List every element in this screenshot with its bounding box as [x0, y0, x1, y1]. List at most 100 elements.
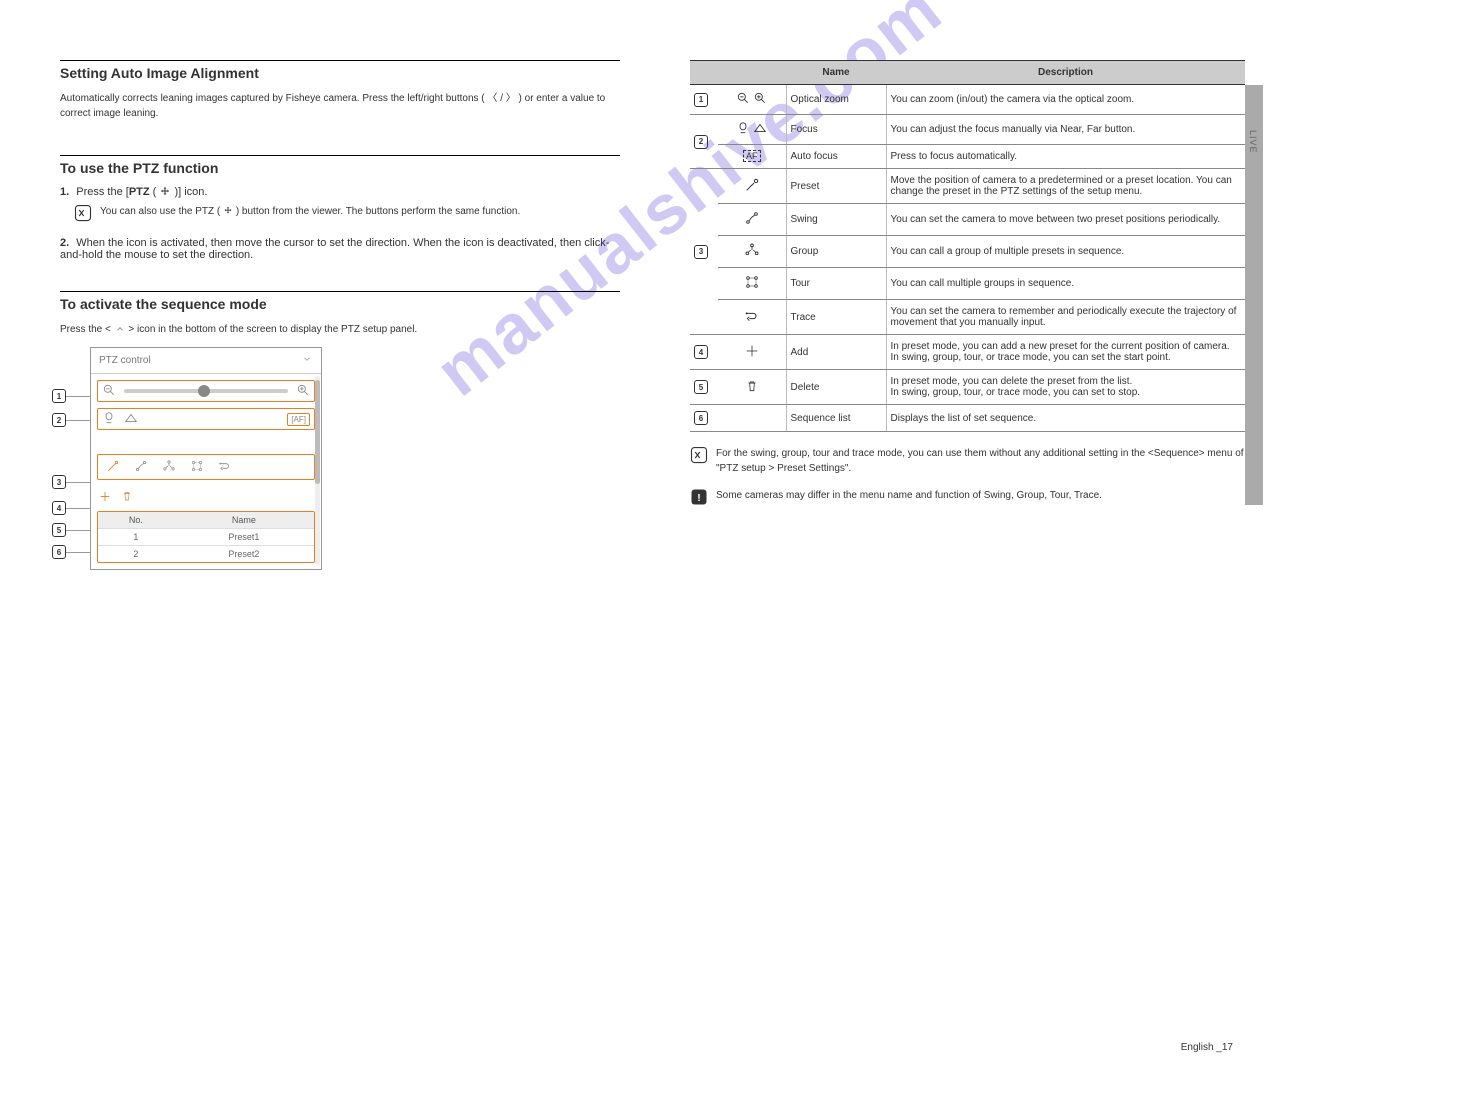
list-item[interactable]: 2Preset2 — [98, 546, 314, 563]
col-name: Name — [174, 512, 314, 529]
section2-title: To use the PTZ function — [60, 155, 620, 176]
zoom-slider[interactable] — [124, 389, 288, 393]
table-row: 6 Sequence list Displays the list of set… — [690, 405, 1245, 432]
preset-list: No.Name 1Preset1 2Preset2 — [97, 511, 315, 563]
row-name: Add — [786, 335, 886, 370]
chevron-up-icon — [114, 324, 126, 334]
step1-num: 1. — [60, 186, 69, 198]
section3-title: To activate the sequence mode — [60, 291, 620, 312]
row-name: Optical zoom — [786, 85, 886, 115]
preset-icon — [718, 169, 786, 204]
zoom-in-icon[interactable] — [296, 383, 310, 399]
add-icon[interactable]: ＋ — [99, 488, 111, 505]
row-desc: Move the position of camera to a predete… — [886, 169, 1245, 204]
tour-icon — [718, 268, 786, 300]
zoom-out-icon[interactable] — [102, 383, 116, 399]
table-row: AF Auto focus Press to focus automatical… — [690, 145, 1245, 169]
scrollbar[interactable] — [315, 376, 320, 565]
callout-4: 4 — [52, 501, 66, 515]
add-icon — [718, 335, 786, 370]
section3-step: Press the < > icon in the bottom of the … — [60, 322, 620, 337]
row-name: Delete — [786, 370, 886, 405]
callout-6: 6 — [52, 545, 66, 559]
row-name: Group — [786, 236, 886, 268]
focus-icons — [718, 115, 786, 145]
step2-num: 2. — [60, 237, 69, 249]
table-row: 5 Delete In preset mode, you can delete … — [690, 370, 1245, 405]
focus-far-icon[interactable] — [124, 411, 138, 427]
table-row: Trace You can set the camera to remember… — [690, 300, 1245, 335]
chevron-down-icon[interactable] — [301, 354, 313, 367]
svg-text:!: ! — [697, 492, 701, 504]
table-row: 4 Add In preset mode, you can add a new … — [690, 335, 1245, 370]
row-name: Auto focus — [786, 145, 886, 169]
right-note2: Some cameras may differ in the menu name… — [716, 488, 1102, 503]
row-idx: 2 — [694, 135, 708, 149]
tour-icon[interactable] — [190, 459, 204, 475]
swing-icon — [718, 204, 786, 236]
group-icon[interactable] — [162, 459, 176, 475]
step1-text: Press the [PTZ ( )] icon. — [76, 186, 207, 198]
col-no: No. — [98, 512, 174, 529]
table-row: 2 Focus You can adjust the focus manuall… — [690, 115, 1245, 145]
table-row: Group You can call a group of multiple p… — [690, 236, 1245, 268]
side-label: LIVE — [1248, 130, 1258, 154]
table-row: 3 Preset Move the position of camera to … — [690, 169, 1245, 204]
focus-near-icon[interactable] — [102, 411, 116, 427]
feature-table: Name Description 1 Optical zoom You can … — [690, 60, 1245, 432]
swing-icon[interactable] — [134, 459, 148, 475]
row-desc: You can set the camera to remember and p… — [886, 300, 1245, 335]
row-name: Tour — [786, 268, 886, 300]
header-name: Name — [786, 61, 886, 85]
row-desc: Displays the list of set sequence. — [886, 405, 1245, 432]
header-desc: Description — [886, 61, 1245, 85]
callout-1: 1 — [52, 389, 66, 403]
row-idx: 1 — [694, 93, 708, 107]
row-desc: You can zoom (in/out) the camera via the… — [886, 85, 1245, 115]
row-desc: You can call multiple groups in sequence… — [886, 268, 1245, 300]
row-name: Trace — [786, 300, 886, 335]
callout-2: 2 — [52, 413, 66, 427]
trace-icon — [718, 300, 786, 335]
ptz-control-panel: PTZ control [AF] — [90, 347, 322, 570]
ptz-panel-title: PTZ control — [99, 355, 151, 366]
row-desc: You can call a group of multiple presets… — [886, 236, 1245, 268]
row-desc: You can adjust the focus manually via Ne… — [886, 115, 1245, 145]
step1-note: You can also use the PTZ ( ) button from… — [100, 204, 520, 219]
auto-focus-icon[interactable]: [AF] — [287, 413, 310, 426]
table-row: Swing You can set the camera to move bet… — [690, 204, 1245, 236]
row-idx: 4 — [694, 345, 708, 359]
zoom-icons — [718, 85, 786, 115]
row-name: Focus — [786, 115, 886, 145]
row-desc: In preset mode, you can add a new preset… — [886, 335, 1245, 370]
section1-body: Automatically corrects leaning images ca… — [60, 91, 620, 121]
row-idx: 5 — [694, 380, 708, 394]
row-desc: Press to focus automatically. — [886, 145, 1245, 169]
blank — [718, 405, 786, 432]
table-row: 1 Optical zoom You can zoom (in/out) the… — [690, 85, 1245, 115]
list-item[interactable]: 1Preset1 — [98, 529, 314, 546]
preset-icon[interactable] — [106, 459, 120, 475]
row-idx: 6 — [694, 411, 708, 425]
row-name: Swing — [786, 204, 886, 236]
warning-icon: ! — [690, 488, 708, 509]
group-icon — [718, 236, 786, 268]
auto-focus-icon: AF — [718, 145, 786, 169]
move-icon — [223, 206, 233, 216]
delete-icon — [718, 370, 786, 405]
note-icon — [74, 204, 92, 225]
right-note1: For the swing, group, tour and trace mod… — [716, 446, 1245, 476]
row-desc: You can set the camera to move between t… — [886, 204, 1245, 236]
table-row: Tour You can call multiple groups in seq… — [690, 268, 1245, 300]
row-idx: 3 — [694, 245, 708, 259]
delete-icon[interactable] — [121, 489, 133, 505]
note-icon — [690, 446, 708, 467]
row-desc: In preset mode, you can delete the prese… — [886, 370, 1245, 405]
step2-text: When the icon is activated, then move th… — [60, 237, 609, 261]
callout-5: 5 — [52, 523, 66, 537]
move-icon — [159, 186, 171, 198]
row-name: Preset — [786, 169, 886, 204]
row-name: Sequence list — [786, 405, 886, 432]
trace-icon[interactable] — [218, 459, 232, 475]
callout-3: 3 — [52, 475, 66, 489]
